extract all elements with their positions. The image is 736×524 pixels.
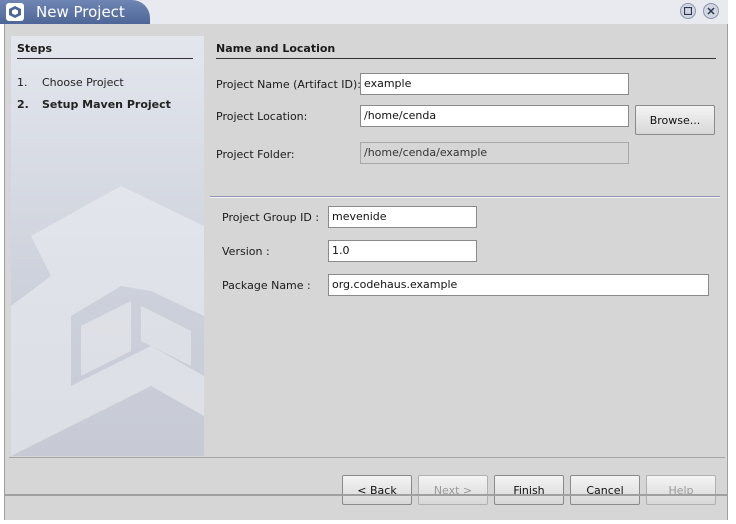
package-name-field[interactable]: org.codehaus.example <box>328 274 709 296</box>
help-button[interactable]: Help <box>646 475 716 505</box>
project-location-field[interactable]: /home/cenda <box>360 105 629 127</box>
close-icon[interactable] <box>703 3 719 19</box>
step-label: Setup Maven Project <box>42 98 171 111</box>
steps-panel: Steps 1. Choose Project 2. Setup Maven Pro… <box>11 36 204 456</box>
window-title: New Project <box>36 3 125 21</box>
new-project-window: New Project Steps 1. Choose Project 2. Set… <box>0 0 736 524</box>
group-id-field[interactable]: mevenide <box>328 206 477 228</box>
step-choose-project: 1. Choose Project <box>17 76 124 89</box>
steps-title: Steps <box>17 42 53 55</box>
back-button[interactable]: < Back <box>342 475 412 505</box>
project-folder-field: /home/cenda/example <box>360 142 629 164</box>
wizard-cube-graphic <box>11 186 204 456</box>
group-id-label: Project Group ID : <box>222 211 320 224</box>
name-location-panel: Name and Location Project Name (Artifact… <box>210 36 720 456</box>
step-number: 1. <box>17 76 28 89</box>
section-title: Name and Location <box>216 42 336 55</box>
step-label: Choose Project <box>42 76 124 89</box>
window-bottom-edge <box>4 494 728 496</box>
project-location-label: Project Location: <box>216 110 308 123</box>
section-separator <box>210 196 720 197</box>
background-app-edge <box>728 0 736 524</box>
step-number: 2. <box>17 98 29 111</box>
version-label: Version : <box>222 245 270 258</box>
maximize-icon[interactable] <box>680 3 696 19</box>
finish-button[interactable]: Finish <box>494 475 564 505</box>
section-divider <box>216 58 716 59</box>
project-folder-label: Project Folder: <box>216 148 295 161</box>
project-name-label: Project Name (Artifact ID): <box>216 78 361 91</box>
browse-button[interactable]: Browse... <box>635 105 715 135</box>
step-setup-maven-project: 2. Setup Maven Project <box>17 98 171 111</box>
app-icon <box>6 3 24 21</box>
cancel-button[interactable]: Cancel <box>570 475 640 505</box>
version-field[interactable]: 1.0 <box>328 240 477 262</box>
next-button[interactable]: Next > <box>418 475 488 505</box>
project-name-field[interactable]: example <box>360 73 629 95</box>
footer-divider <box>9 457 725 458</box>
steps-divider <box>17 58 193 59</box>
dialog-body: Steps 1. Choose Project 2. Setup Maven Pro… <box>4 24 728 520</box>
title-bar[interactable]: New Project <box>0 0 728 24</box>
package-name-label: Package Name : <box>222 279 311 292</box>
title-tab: New Project <box>0 0 150 24</box>
